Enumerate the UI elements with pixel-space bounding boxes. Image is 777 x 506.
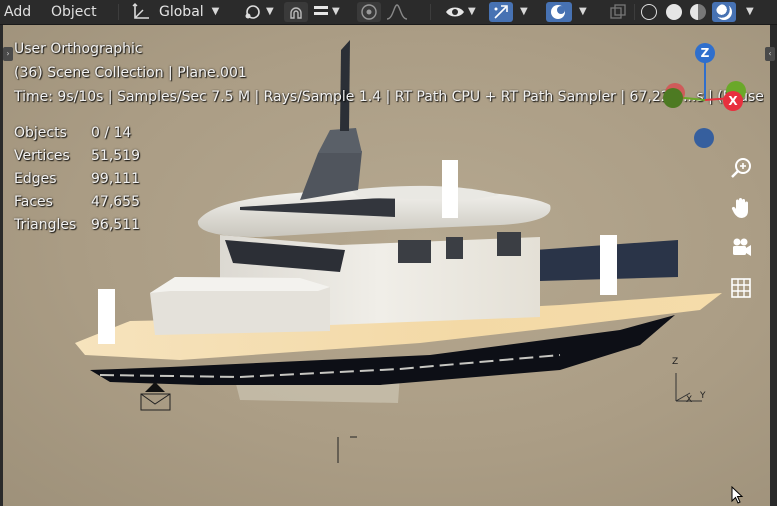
overlays-toggle[interactable]	[546, 2, 572, 22]
chevron-down-icon: ▼	[579, 6, 587, 17]
stat-label: Objects	[14, 125, 67, 141]
gizmo-toggle[interactable]	[489, 2, 513, 22]
stat-value: 51,519	[91, 148, 140, 164]
hand-pan-icon	[731, 198, 748, 218]
shading-dropdown[interactable]: ▼	[744, 0, 754, 24]
transform-orientation-dropdown[interactable]: Global ▼	[131, 0, 219, 24]
sidebar-edge-right[interactable]	[770, 25, 777, 506]
stat-label: Triangles	[14, 217, 77, 233]
rendered-shading-button[interactable]	[712, 2, 736, 22]
corner-axis-y-label: Y	[700, 391, 706, 401]
corner-axis-x-label: X	[686, 395, 693, 405]
camera-icon	[733, 238, 751, 256]
menu-object-label: Object	[51, 4, 97, 20]
header-divider	[634, 4, 635, 20]
pivot-point-dropdown[interactable]: ▼	[242, 0, 274, 24]
pivot-point-icon	[245, 5, 260, 19]
header-divider	[118, 4, 119, 20]
header-divider	[430, 4, 431, 20]
transform-orientation-icon	[132, 3, 149, 19]
chevron-down-icon: ▼	[211, 6, 220, 17]
gizmo-arrow-icon	[494, 5, 508, 19]
menu-add-label: Add	[4, 4, 32, 20]
visibility-dropdown[interactable]: ▼	[444, 0, 476, 24]
rendered-shading-icon	[716, 4, 732, 20]
camera-view-button[interactable]	[726, 233, 756, 263]
falloff-dropdown[interactable]	[386, 0, 408, 24]
stat-value: 99,111	[91, 171, 140, 187]
mouse-cursor-icon	[731, 486, 744, 504]
stat-value: 47,655	[91, 194, 140, 210]
chevron-down-icon: ▼	[520, 6, 528, 17]
overlays-dropdown[interactable]: ▼	[577, 0, 587, 24]
toolbar-edge-left[interactable]	[0, 25, 3, 506]
viewport-header: Add Object Global ▼ ▼ ▼ ▼ ▼ ▼ ▼	[0, 0, 777, 25]
xray-toggle[interactable]	[606, 2, 630, 22]
material-preview-icon[interactable]	[690, 4, 706, 20]
ortho-toggle-button[interactable]	[726, 273, 756, 303]
stat-label: Edges	[14, 171, 57, 187]
proportional-editing-toggle[interactable]	[357, 2, 381, 22]
wireframe-shading-icon[interactable]	[641, 4, 657, 20]
stat-label: Faces	[14, 194, 53, 210]
solid-shading-icon[interactable]	[666, 4, 682, 20]
eye-visibility-icon	[446, 7, 464, 17]
menu-add[interactable]: Add	[4, 0, 31, 24]
gizmo-neg-y-axis[interactable]	[663, 88, 683, 108]
toolbar-expand-icon[interactable]: ›	[3, 47, 13, 61]
gizmo-neg-z-axis[interactable]	[694, 128, 714, 148]
falloff-curve-icon	[386, 4, 408, 20]
snap-increment-icon	[314, 6, 328, 15]
gizmo-x-axis[interactable]: X	[723, 91, 743, 111]
proportional-editing-icon	[361, 4, 377, 20]
render-status: Time: 9s/10s | Samples/Sec 7.5 M | Rays/…	[14, 89, 764, 105]
collection-info: (36) Scene Collection | Plane.001	[14, 65, 247, 81]
snap-toggle[interactable]	[284, 2, 308, 22]
snap-magnet-icon	[290, 7, 302, 19]
chevron-down-icon: ▼	[746, 6, 754, 17]
grid-ortho-icon	[731, 278, 751, 298]
overlays-icon	[551, 5, 565, 19]
gizmo-dropdown[interactable]: ▼	[518, 0, 528, 24]
stat-label: Vertices	[14, 148, 70, 164]
xray-icon	[610, 4, 626, 19]
view-name: User Orthographic	[14, 41, 143, 57]
transform-orientation-label: Global	[159, 4, 204, 20]
chevron-down-icon: ▼	[468, 6, 476, 17]
zoom-icon	[731, 158, 751, 178]
snap-increment-dropdown[interactable]: ▼	[312, 0, 340, 24]
corner-axis-z-label: Z	[672, 357, 679, 367]
gizmo-z-axis[interactable]: Z	[695, 43, 715, 63]
pan-button[interactable]	[726, 193, 756, 223]
stat-value: 96,511	[91, 217, 140, 233]
chevron-down-icon: ▼	[332, 6, 340, 17]
stat-value: 0 / 14	[91, 125, 132, 141]
3d-viewport[interactable]: Z X Y › ‹ User Orthographic (36) Scene C…	[0, 25, 777, 506]
zoom-button[interactable]	[726, 153, 756, 183]
menu-object[interactable]: Object	[51, 0, 97, 24]
chevron-down-icon: ▼	[266, 6, 274, 17]
sidebar-expand-icon[interactable]: ‹	[765, 47, 775, 61]
